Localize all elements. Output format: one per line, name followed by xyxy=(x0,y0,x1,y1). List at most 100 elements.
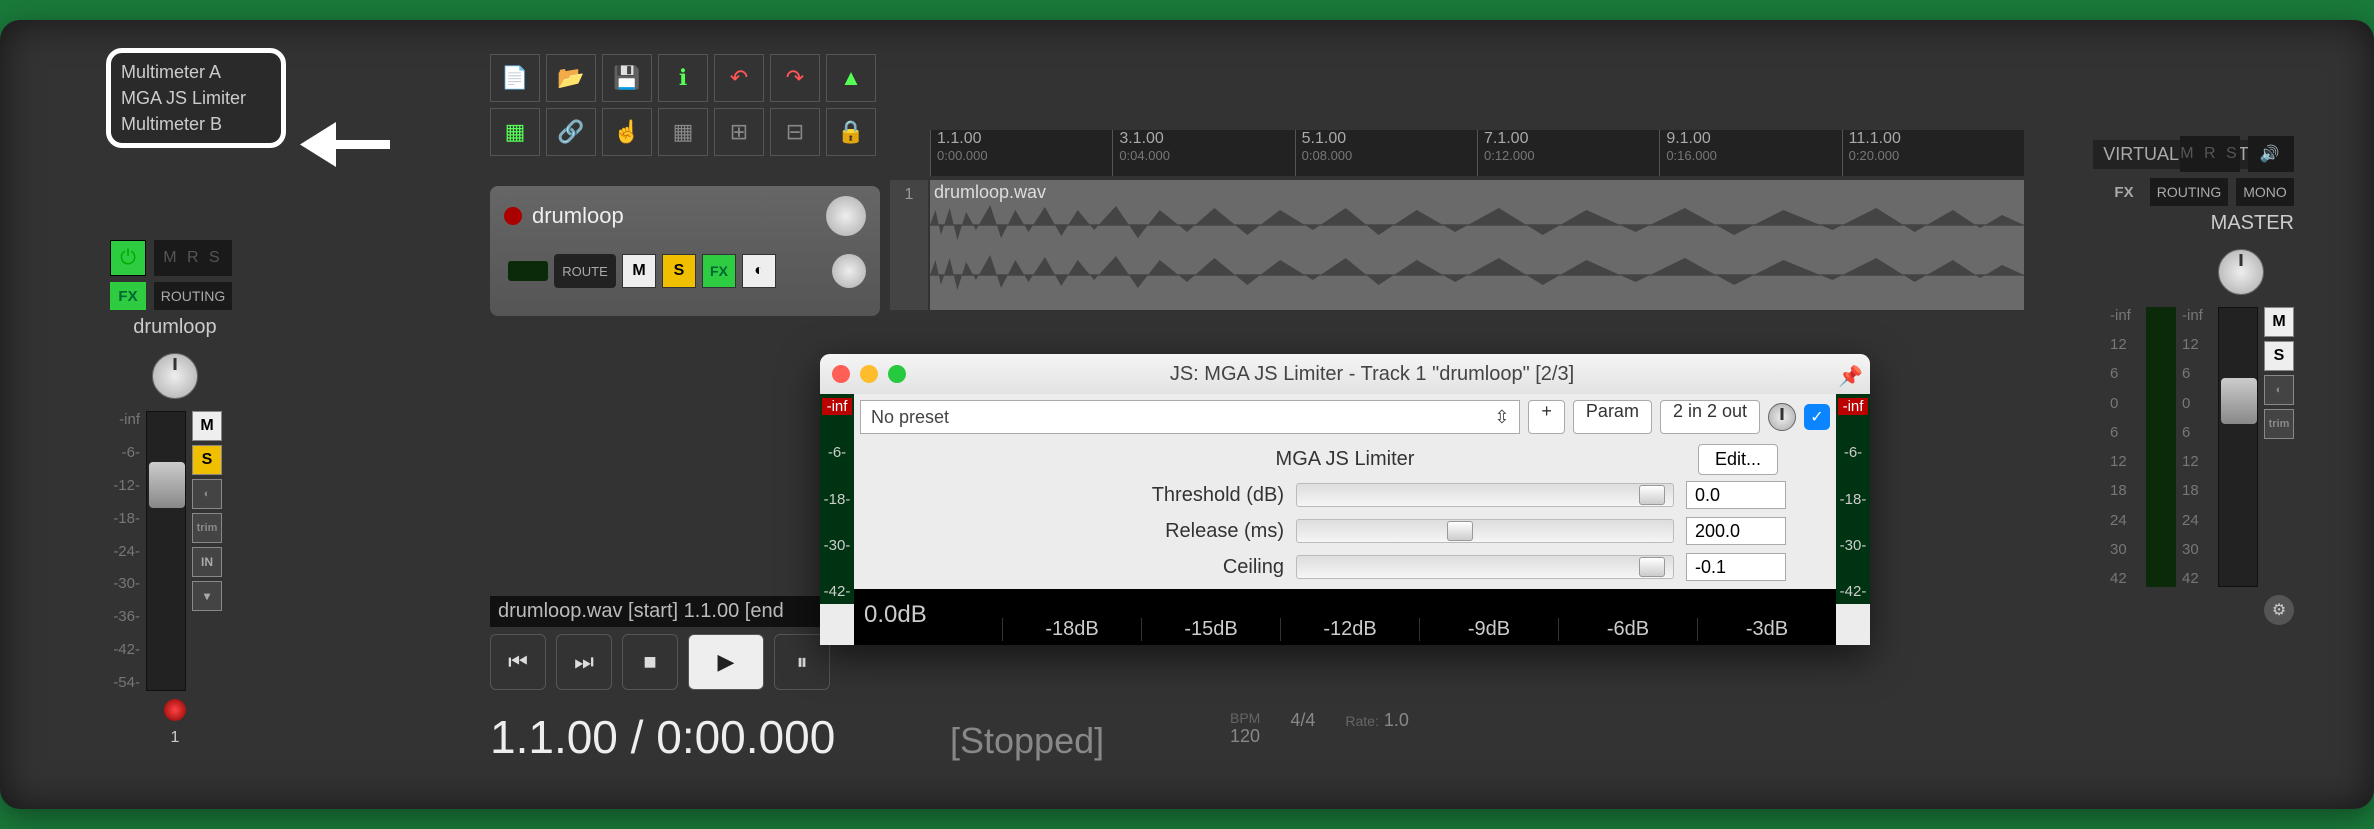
track-header[interactable]: drumloop ROUTE M S FX ◐ xyxy=(490,186,880,316)
go-start-button[interactable]: ⏮ xyxy=(490,634,546,690)
master-pan-knob[interactable] xyxy=(2218,249,2264,295)
master-mute-button[interactable]: M xyxy=(2264,307,2294,337)
minimize-window-icon[interactable] xyxy=(860,365,878,383)
redo-icon[interactable]: ↷ xyxy=(770,54,820,102)
daw-window: Multimeter A MGA JS Limiter Multimeter B… xyxy=(0,20,2374,809)
record-arm-button[interactable] xyxy=(164,699,186,721)
save-project-icon[interactable]: 💾 xyxy=(602,54,652,102)
settings-gear-icon[interactable]: ⚙ xyxy=(2264,595,2294,625)
auto-crossfade-icon[interactable]: ▦ xyxy=(490,108,540,156)
volume-fader[interactable] xyxy=(146,411,186,691)
track-lane-number: 1 xyxy=(890,180,928,310)
main-toolbar: 📄 📂 💾 ℹ ↶ ↷ ▲ ▦ 🔗 ☝ ▦ ⊞ ⊟ 🔒 xyxy=(490,54,930,162)
speaker-icon[interactable]: 🔊 xyxy=(2248,136,2294,172)
undo-icon[interactable]: ↶ xyxy=(714,54,764,102)
param-label: Threshold (dB) xyxy=(904,484,1284,507)
metronome-icon[interactable]: ▲ xyxy=(826,54,876,102)
track-pan-knob[interactable] xyxy=(826,196,866,236)
track-header-name[interactable]: drumloop xyxy=(532,203,624,229)
track-phase-button[interactable]: ◐ xyxy=(742,254,776,288)
plugin-window[interactable]: JS: MGA JS Limiter - Track 1 "drumloop" … xyxy=(820,354,1870,645)
solo-button[interactable]: S xyxy=(192,445,222,475)
mute-button[interactable]: M xyxy=(192,411,222,441)
bypass-checkbox[interactable]: ✓ xyxy=(1804,404,1830,430)
mono-button[interactable]: MONO xyxy=(2236,178,2294,206)
trim-label: trim xyxy=(192,513,222,543)
param-label: Ceiling xyxy=(904,556,1284,579)
output-meter: -inf-6--18--30--42- xyxy=(1836,394,1870,604)
lock-icon[interactable]: 🔒 xyxy=(826,108,876,156)
plugin-title: JS: MGA JS Limiter - Track 1 "drumloop" … xyxy=(916,363,1828,386)
project-settings-icon[interactable]: ℹ xyxy=(658,54,708,102)
preset-dropdown[interactable]: No preset⇳ xyxy=(860,400,1520,434)
fx-chain-popup: Multimeter A MGA JS Limiter Multimeter B xyxy=(106,48,286,148)
grid-icon[interactable]: ▦ xyxy=(658,108,708,156)
master-routing-button[interactable]: ROUTING xyxy=(2150,178,2228,206)
route-button[interactable]: ROUTE xyxy=(554,254,616,288)
open-project-icon[interactable]: 📂 xyxy=(546,54,596,102)
plugin-name: MGA JS Limiter xyxy=(904,448,1786,471)
fx-chain-item[interactable]: Multimeter B xyxy=(121,111,271,137)
track-mute-button[interactable]: M xyxy=(622,254,656,288)
timeline-ruler[interactable]: 1.1.000:00.000 3.1.000:04.000 5.1.000:08… xyxy=(930,130,2024,176)
threshold-slider[interactable] xyxy=(1296,483,1674,507)
input-button[interactable]: IN xyxy=(192,547,222,577)
track-number: 1 xyxy=(110,729,240,747)
param-label: Release (ms) xyxy=(904,520,1284,543)
track-fx-button[interactable]: FX xyxy=(702,254,736,288)
wet-knob[interactable] xyxy=(1768,403,1796,431)
master-solo-button[interactable]: S xyxy=(2264,341,2294,371)
go-end-button[interactable]: ⏭ xyxy=(556,634,612,690)
track-channel-strip: ⏻ M R S FX ROUTING drumloop -inf-6--12--… xyxy=(110,240,240,747)
param-row: Ceiling xyxy=(904,553,1786,581)
edit-button[interactable]: Edit... xyxy=(1698,444,1778,475)
snap-icon[interactable]: ⊞ xyxy=(714,108,764,156)
ripple-icon[interactable]: ⊟ xyxy=(770,108,820,156)
pin-icon[interactable]: 📌 xyxy=(1838,364,1858,384)
track-vol-knob[interactable] xyxy=(832,254,866,288)
fx-button[interactable]: FX xyxy=(110,282,146,310)
io-button[interactable]: 2 in 2 out xyxy=(1660,400,1760,434)
pan-knob[interactable] xyxy=(152,353,198,399)
rate-value[interactable]: 1.0 xyxy=(1384,710,1409,730)
close-window-icon[interactable] xyxy=(832,365,850,383)
record-dot-icon[interactable] xyxy=(504,207,522,225)
fx-chain-item[interactable]: Multimeter A xyxy=(121,59,271,85)
master-fx-button[interactable]: FX xyxy=(2106,178,2142,206)
phase-button[interactable]: ◐ xyxy=(192,479,222,509)
input-arrow-icon[interactable]: ▾ xyxy=(192,581,222,611)
gain-reduction-meter: 0.0dB -18dB -15dB -12dB -9dB -6dB -3dB xyxy=(854,589,1836,645)
master-fader[interactable] xyxy=(2218,307,2258,587)
pointer-icon[interactable]: ☝ xyxy=(602,108,652,156)
param-button[interactable]: Param xyxy=(1573,400,1652,434)
master-trim-label: trim xyxy=(2264,409,2294,439)
bpm-value[interactable]: 120 xyxy=(1230,726,1260,746)
master-scale-left: -inf126061218243042 xyxy=(2110,307,2140,587)
timecode-display[interactable]: 1.1.00 / 0:00.000 xyxy=(490,710,835,764)
track-name[interactable]: drumloop xyxy=(110,316,240,339)
play-button[interactable]: ▶ xyxy=(688,634,764,690)
zoom-window-icon[interactable] xyxy=(888,365,906,383)
routing-button[interactable]: ROUTING xyxy=(154,282,232,310)
transport-controls: ⏮ ⏭ ■ ▶ ⏸ xyxy=(490,634,830,690)
time-signature[interactable]: 4/4 xyxy=(1290,710,1315,730)
master-phase-button[interactable]: ◐ xyxy=(2264,375,2294,405)
track-solo-button[interactable]: S xyxy=(662,254,696,288)
new-project-icon[interactable]: 📄 xyxy=(490,54,540,102)
power-button[interactable]: ⏻ xyxy=(110,240,146,276)
mini-meter xyxy=(508,261,548,281)
add-preset-button[interactable]: + xyxy=(1528,400,1565,434)
release-slider[interactable] xyxy=(1296,519,1674,543)
release-value[interactable] xyxy=(1686,517,1786,545)
master-channel-strip: M R S 🔊 FX ROUTING MONO MASTER -inf12606… xyxy=(2064,136,2294,625)
stop-button[interactable]: ■ xyxy=(622,634,678,690)
plugin-titlebar[interactable]: JS: MGA JS Limiter - Track 1 "drumloop" … xyxy=(820,354,1870,394)
master-scale-right: -inf126061218243042 xyxy=(2182,307,2212,587)
ceiling-slider[interactable] xyxy=(1296,555,1674,579)
audio-clip[interactable]: drumloop.wav xyxy=(930,180,2024,310)
link-icon[interactable]: 🔗 xyxy=(546,108,596,156)
clip-name: drumloop.wav xyxy=(934,182,1046,203)
fx-chain-item[interactable]: MGA JS Limiter xyxy=(121,85,271,111)
ceiling-value[interactable] xyxy=(1686,553,1786,581)
threshold-value[interactable] xyxy=(1686,481,1786,509)
